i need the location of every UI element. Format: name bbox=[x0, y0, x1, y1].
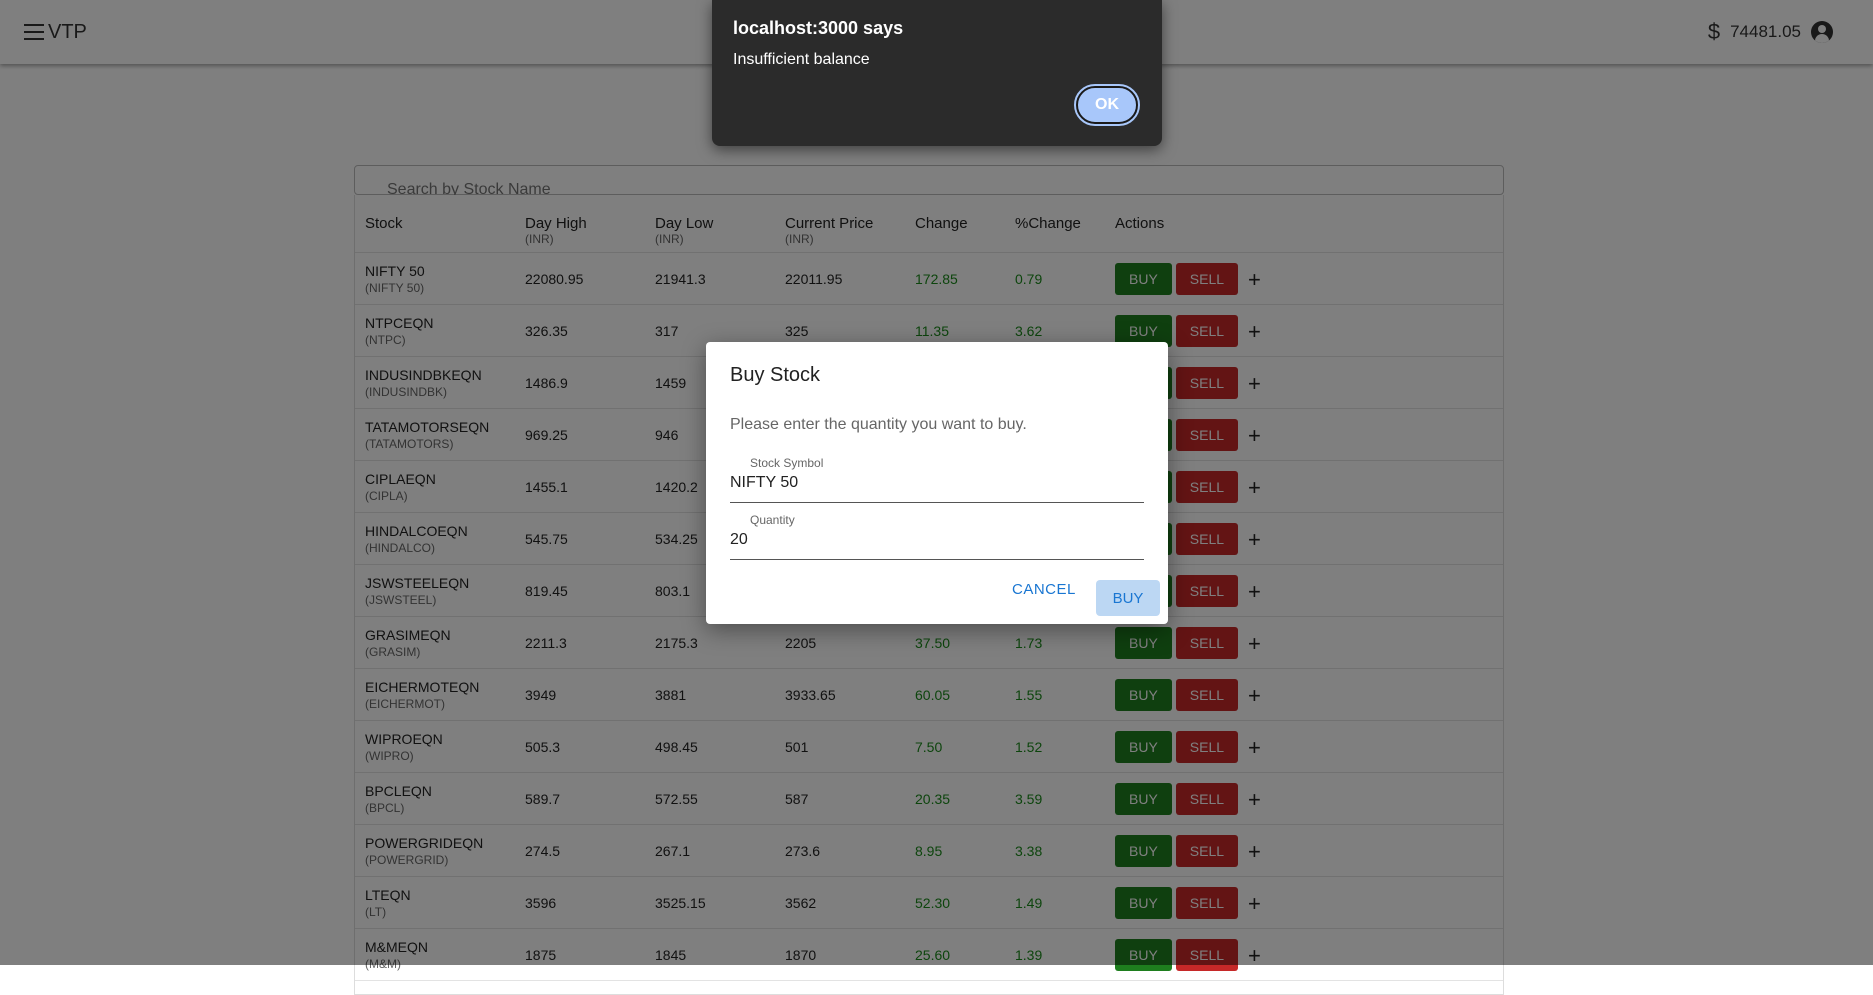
alert-title: localhost:3000 says bbox=[733, 18, 904, 38]
stock-symbol-label: Stock Symbol bbox=[750, 456, 824, 470]
alert-message: Insufficient balance bbox=[733, 51, 870, 68]
alert-ok-button[interactable]: OK bbox=[1074, 84, 1140, 126]
quantity-input[interactable] bbox=[730, 531, 1130, 549]
dialog-title: Buy Stock bbox=[730, 364, 821, 386]
buy-stock-dialog: Buy Stock Please enter the quantity you … bbox=[706, 342, 1168, 624]
dialog-text: Please enter the quantity you want to bu… bbox=[730, 416, 1027, 433]
cancel-button[interactable]: CANCEL bbox=[1012, 581, 1076, 598]
stock-symbol-input[interactable] bbox=[730, 474, 1130, 492]
browser-alert: localhost:3000 says Insufficient balance… bbox=[712, 0, 1162, 146]
dialog-buy-button[interactable]: BUY bbox=[1096, 580, 1160, 616]
quantity-field: Quantity bbox=[730, 513, 1144, 560]
quantity-label: Quantity bbox=[750, 513, 795, 527]
stock-symbol-field: Stock Symbol bbox=[730, 456, 1144, 503]
